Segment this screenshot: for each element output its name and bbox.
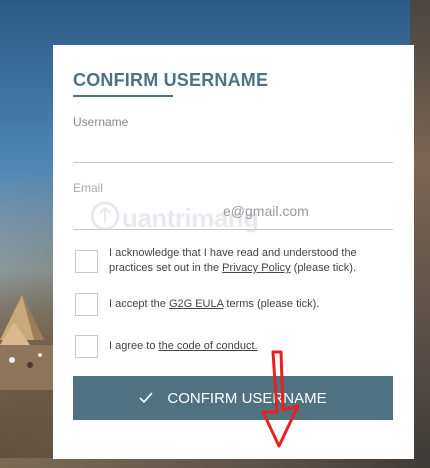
code-of-conduct-link[interactable]: the code of conduct. [159, 340, 258, 352]
conduct-text: I agree to the code of conduct. [109, 340, 258, 352]
title-underline [73, 95, 173, 97]
username-input[interactable] [73, 133, 393, 161]
pyramids-decoration [0, 295, 60, 390]
username-underline [73, 162, 393, 163]
email-label: Email [73, 181, 104, 195]
eula-text: I accept the G2G EULA terms (please tick… [109, 298, 320, 310]
privacy-text: I acknowledge that I have read and under… [109, 247, 357, 274]
background-bottom-edge [0, 458, 430, 468]
email-underline [73, 229, 393, 230]
confirm-username-button[interactable]: CONFIRM USERNAME [73, 376, 393, 420]
username-label: Username [73, 115, 129, 129]
form-title: CONFIRM USERNAME [73, 70, 269, 90]
privacy-checkbox[interactable] [75, 250, 98, 273]
eula-checkbox[interactable] [75, 293, 98, 316]
eula-link[interactable]: G2G EULA [169, 298, 223, 310]
email-input[interactable]: e@gmail.com [223, 203, 309, 219]
confirm-username-card: CONFIRM USERNAME Username Email uantrima… [53, 45, 414, 459]
privacy-policy-link[interactable]: Privacy Policy [222, 262, 290, 274]
conduct-checkbox[interactable] [75, 335, 98, 358]
confirm-button-label: CONFIRM USERNAME [167, 389, 327, 407]
checkmark-icon [139, 392, 154, 404]
